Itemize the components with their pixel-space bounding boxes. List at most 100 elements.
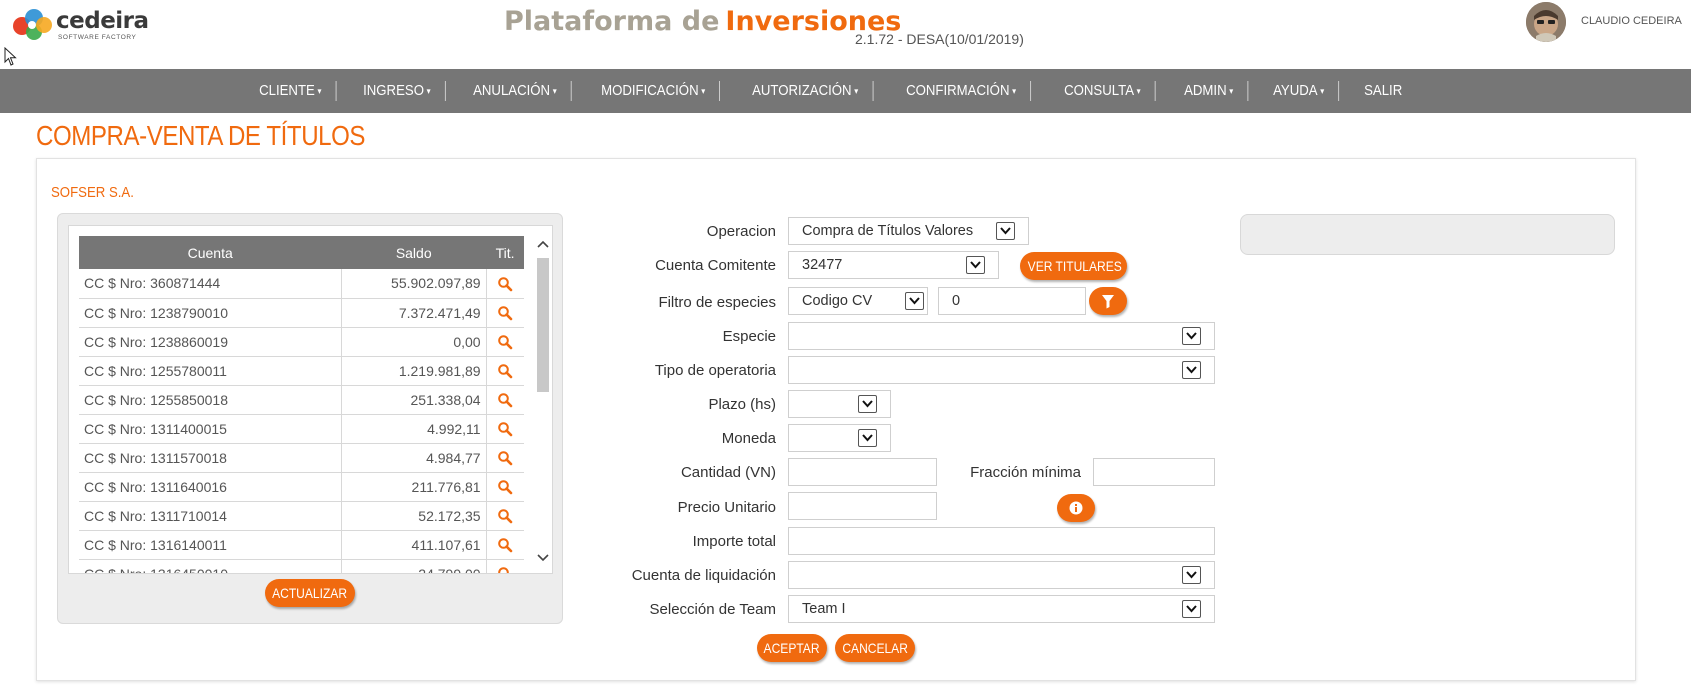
titulares-cell: [486, 501, 524, 531]
plazo-select[interactable]: [788, 390, 891, 418]
table-row[interactable]: CC $ Nro: 1311640016 211.776,81: [79, 472, 524, 502]
user-name[interactable]: CLAUDIO CEDEIRA: [1581, 15, 1682, 27]
company-logo[interactable]: cedeira SOFTWARE FACTORY: [10, 6, 150, 42]
refresh-button[interactable]: ACTUALIZAR: [265, 579, 355, 607]
cantidad-input[interactable]: [788, 458, 937, 486]
nav-item-salir[interactable]: SALIR: [1350, 81, 1416, 101]
nav-item-ingreso[interactable]: INGRESO ▾: [349, 81, 446, 101]
accounts-table-viewport: Cuenta Saldo Tit. CC $ Nro: 360871444 55.…: [79, 236, 525, 573]
fraccion-input[interactable]: [1093, 458, 1215, 486]
search-icon[interactable]: [497, 276, 513, 292]
accept-button[interactable]: ACEPTAR: [757, 634, 827, 662]
titulares-cell: [486, 356, 524, 386]
tipo-operatoria-select[interactable]: [788, 356, 1215, 384]
chevron-down-icon: [1182, 600, 1201, 618]
filter-button[interactable]: [1089, 287, 1127, 315]
nav-item-ayuda[interactable]: AYUDA ▾: [1259, 81, 1339, 101]
nav-item-cliente[interactable]: CLIENTE ▾: [245, 81, 337, 101]
nav-item-admin[interactable]: ADMIN ▾: [1170, 81, 1248, 101]
logo-mark-icon: [13, 9, 52, 40]
table-row[interactable]: CC $ Nro: 1311710014 52.172,35: [79, 501, 524, 531]
table-row[interactable]: CC $ Nro: 1238860019 0,00: [79, 327, 524, 357]
nav-item-confirmación[interactable]: CONFIRMACIÓN ▾: [892, 81, 1031, 101]
titulares-cell: [486, 559, 524, 573]
info-button[interactable]: [1057, 494, 1095, 522]
chevron-down-icon: [905, 292, 924, 310]
table-row[interactable]: CC $ Nro: 1255780011 1.219.981,89: [79, 356, 524, 386]
cancel-button[interactable]: CANCELAR: [835, 634, 915, 662]
table-row[interactable]: CC $ Nro: 360871444 55.902.097,89: [79, 269, 524, 299]
cancel-button-label: CANCELAR: [842, 640, 908, 656]
accounts-scrollbar[interactable]: [534, 232, 552, 566]
fraccion-label: Fracción mínima: [970, 464, 1081, 481]
search-icon[interactable]: [497, 392, 513, 408]
accept-button-label: ACEPTAR: [764, 640, 820, 656]
operacion-select[interactable]: Compra de Títulos Valores: [788, 217, 1029, 245]
cuenta-cell: CC $ Nro: 1311400015: [79, 414, 342, 444]
moneda-label: Moneda: [721, 430, 776, 447]
column-header-saldo[interactable]: Saldo: [341, 236, 487, 269]
team-value: Team I: [802, 601, 846, 617]
table-row[interactable]: CC $ Nro: 131645001024.799,00: [79, 559, 524, 573]
table-row[interactable]: CC $ Nro: 1316140011 411.107,61: [79, 530, 524, 560]
filtro-text-input[interactable]: 0: [938, 287, 1086, 315]
especie-select[interactable]: [788, 322, 1215, 350]
filtro-type-select[interactable]: Codigo CV: [788, 287, 928, 315]
cuenta-cell: CC $ Nro: 1238860019: [79, 327, 342, 357]
nav-item-modificación[interactable]: MODIFICACIÓN ▾: [587, 81, 720, 101]
table-row[interactable]: CC $ Nro: 1255850018 251.338,04: [79, 385, 524, 415]
caret-down-icon: ▾: [854, 86, 859, 96]
caret-down-icon: ▾: [700, 86, 705, 96]
search-icon[interactable]: [497, 363, 513, 379]
cuenta-comitente-label: Cuenta Comitente: [655, 257, 776, 274]
search-icon[interactable]: [497, 537, 513, 553]
ver-titulares-button[interactable]: VER TITULARES: [1020, 252, 1127, 280]
nav-item-anulación[interactable]: ANULACIÓN ▾: [459, 81, 572, 101]
scroll-up-icon[interactable]: [534, 236, 552, 252]
column-header-cuenta[interactable]: Cuenta: [79, 236, 342, 269]
team-select[interactable]: Team I: [788, 595, 1215, 623]
importe-input[interactable]: [788, 527, 1215, 555]
header: cedeira SOFTWARE FACTORY Plataforma de In…: [0, 0, 1691, 69]
operacion-value: Compra de Títulos Valores: [802, 223, 974, 239]
table-row[interactable]: CC $ Nro: 1311570018 4.984,77: [79, 443, 524, 473]
cuenta-comitente-select[interactable]: 32477: [788, 251, 999, 279]
refresh-button-label: ACTUALIZAR: [272, 585, 348, 601]
search-icon[interactable]: [497, 479, 513, 495]
nav-item-autorización[interactable]: AUTORIZACIÓN ▾: [738, 81, 874, 101]
search-icon[interactable]: [497, 566, 513, 573]
moneda-select[interactable]: [788, 424, 891, 452]
column-header-tit: Tit.: [486, 236, 524, 269]
search-icon[interactable]: [497, 334, 513, 350]
titulares-cell: [486, 298, 524, 328]
nav-item-label: CLIENTE: [259, 82, 315, 99]
table-row[interactable]: CC $ Nro: 1311400015 4.992,11: [79, 414, 524, 444]
precio-input[interactable]: [788, 492, 937, 520]
titulares-cell: [486, 414, 524, 444]
operacion-label: Operacion: [706, 223, 776, 240]
nav-item-label: AUTORIZACIÓN: [752, 82, 852, 99]
nav-item-label: CONFIRMACIÓN: [905, 82, 1010, 99]
table-row[interactable]: CC $ Nro: 1238790010 7.372.471,49: [79, 298, 524, 328]
saldo-cell: 55.902.097,89: [341, 269, 487, 299]
ver-titulares-label: VER TITULARES: [1027, 258, 1122, 274]
titulares-cell: [486, 443, 524, 473]
search-icon[interactable]: [497, 305, 513, 321]
nav-item-consulta[interactable]: CONSULTA ▾: [1050, 81, 1156, 101]
scroll-down-icon[interactable]: [534, 550, 552, 566]
search-icon[interactable]: [497, 508, 513, 524]
cuenta-cell: CC $ Nro: 1255780011: [79, 356, 342, 386]
nav-item-label: AYUDA: [1272, 82, 1318, 99]
saldo-cell: 52.172,35: [341, 501, 487, 531]
saldo-cell: 4.992,11: [341, 414, 487, 444]
caret-down-icon: ▾: [426, 86, 431, 96]
cuenta-liquidacion-select[interactable]: [788, 561, 1215, 589]
search-icon[interactable]: [497, 450, 513, 466]
scrollbar-thumb[interactable]: [537, 258, 549, 392]
cuenta-cell: CC $ Nro: 1311570018: [79, 443, 342, 473]
user-avatar[interactable]: [1526, 2, 1566, 42]
search-icon[interactable]: [497, 421, 513, 437]
titulares-cell: [486, 327, 524, 357]
chevron-down-icon: [1182, 361, 1201, 379]
saldo-cell: 411.107,61: [341, 530, 487, 560]
